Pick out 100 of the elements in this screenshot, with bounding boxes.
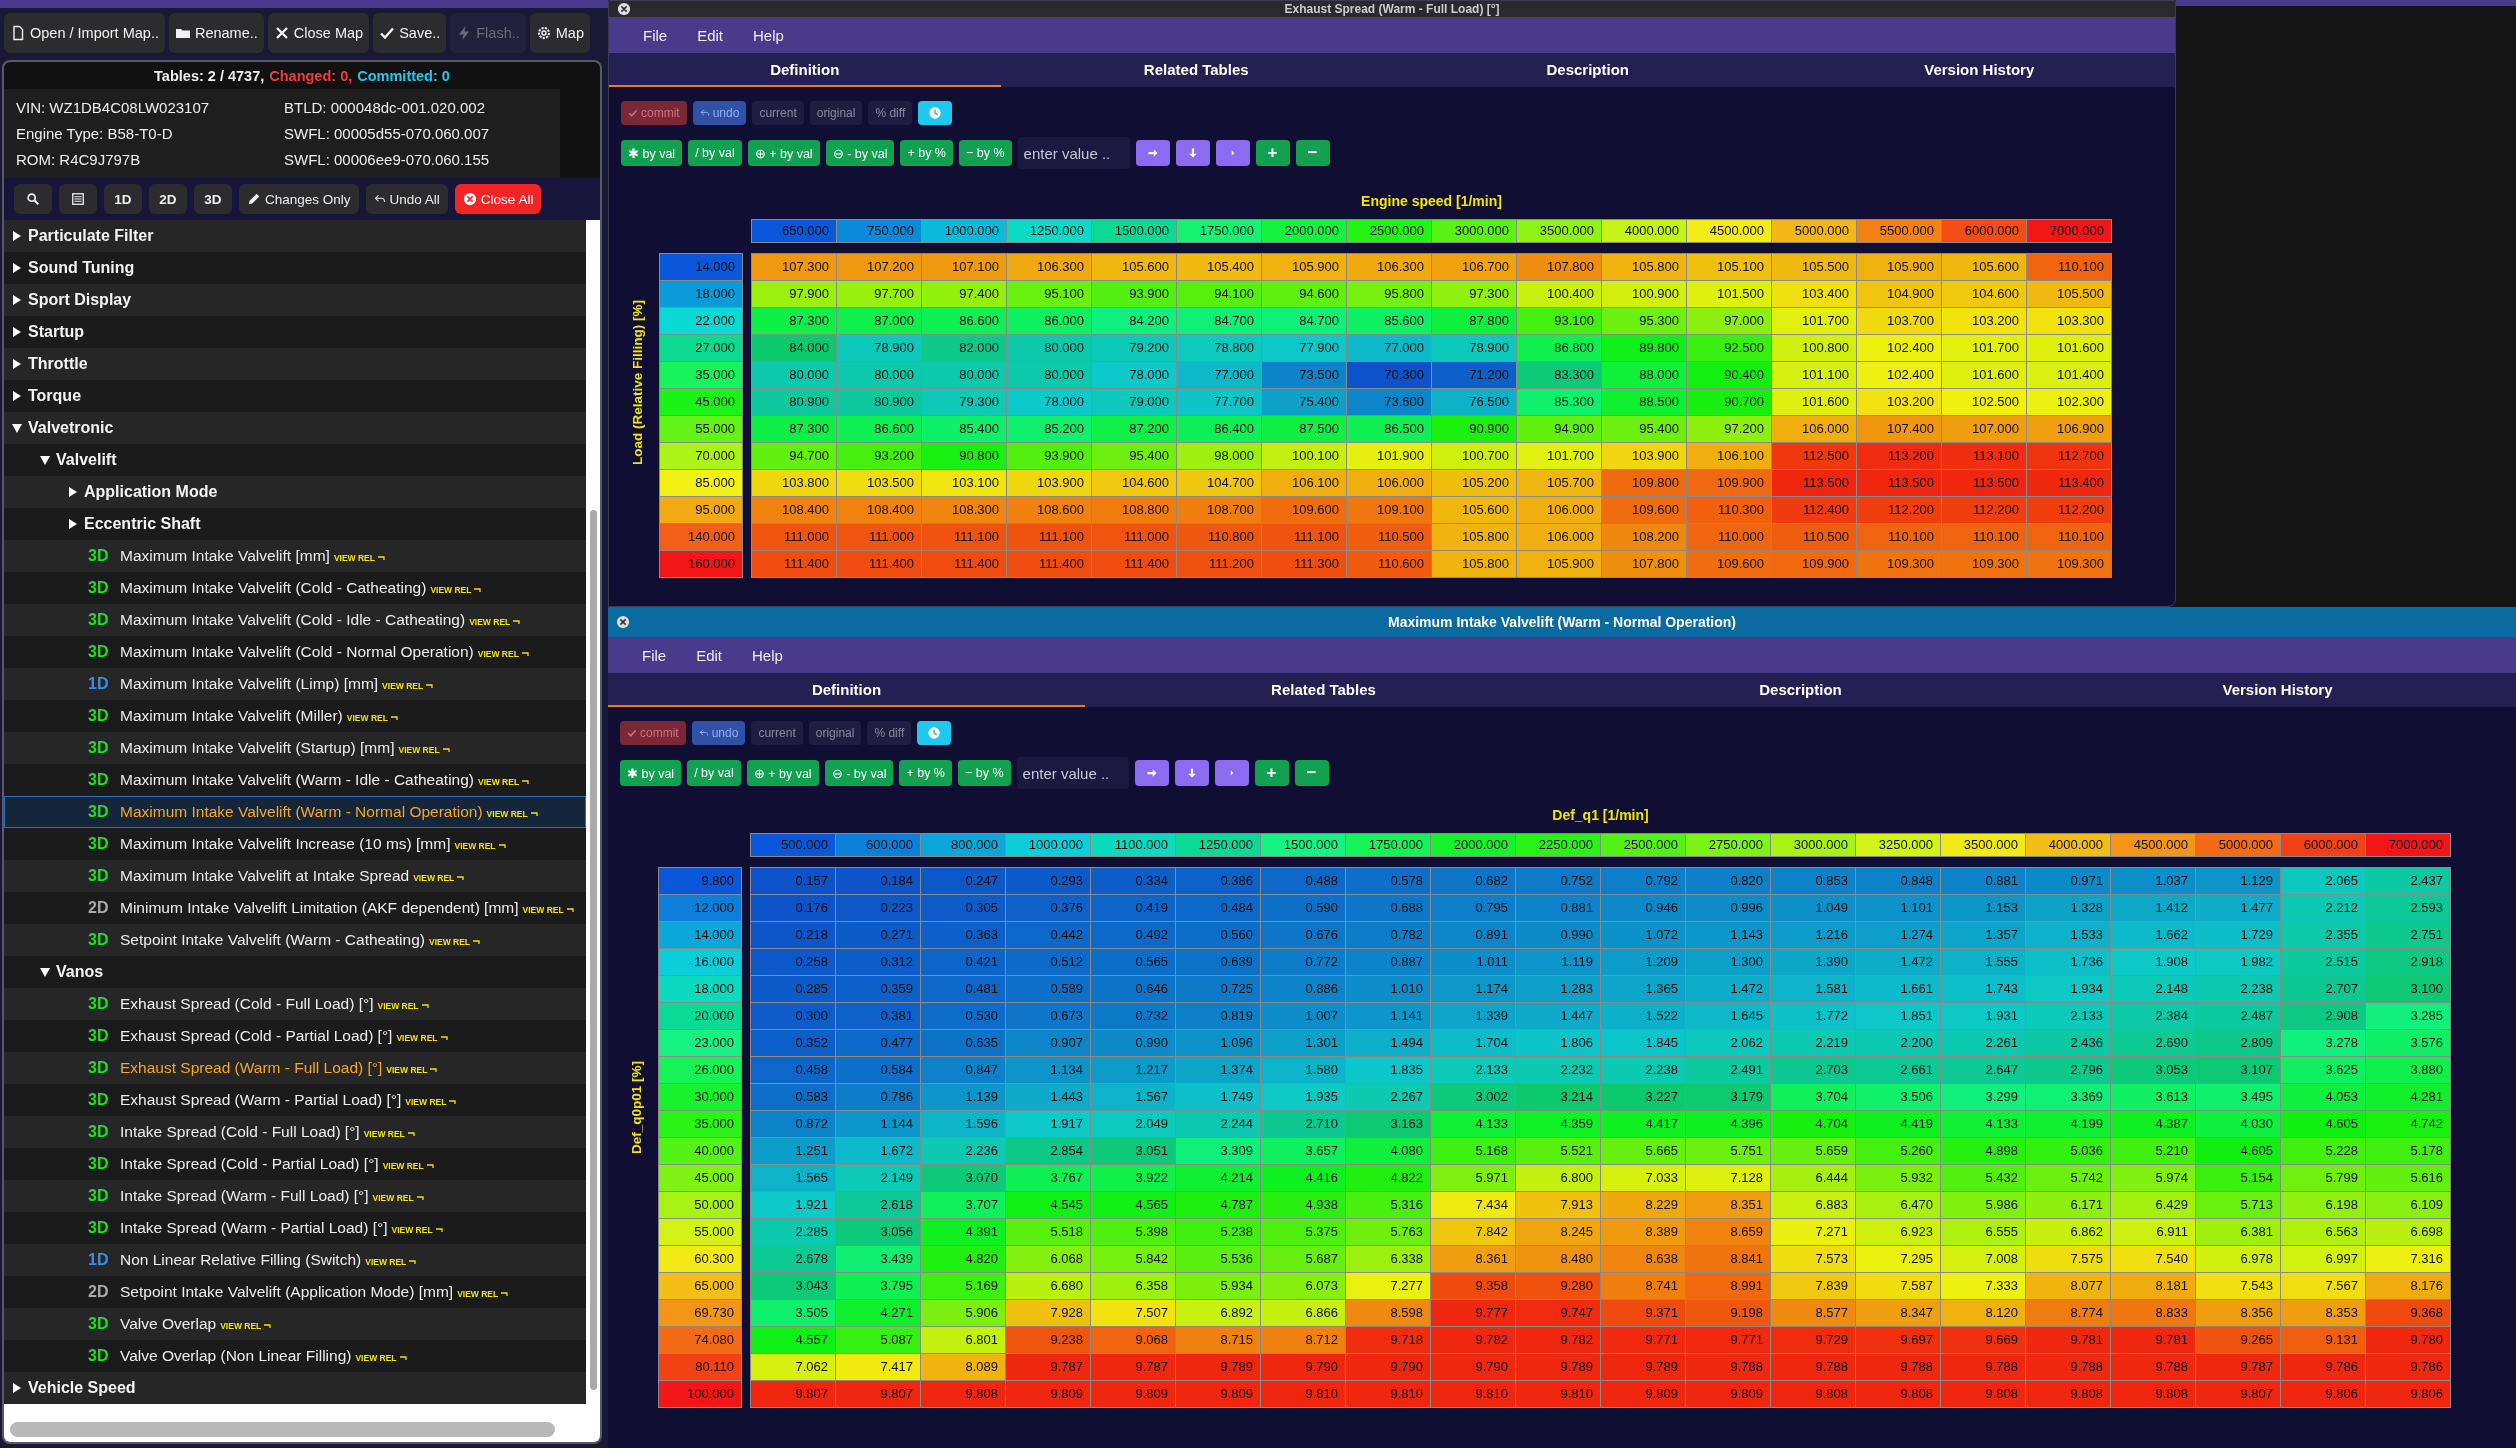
table-cell[interactable]: 109.600	[1262, 497, 1346, 523]
tree-item[interactable]: Sound Tuning	[4, 252, 586, 284]
table-cell[interactable]: 6.470	[1856, 1192, 1940, 1218]
tree-item[interactable]: 3D Maximum Intake Valvelift (Startup) [mm] VIEW REL	[4, 732, 586, 764]
table-cell[interactable]: 0.772	[1261, 949, 1345, 975]
table-cell[interactable]: 111.100	[1262, 524, 1346, 550]
table-cell[interactable]: 108.200	[1602, 524, 1686, 550]
table-cell[interactable]: 8.577	[1771, 1300, 1855, 1326]
table-cell[interactable]: 85.200	[1007, 416, 1091, 442]
table-cell[interactable]: 108.300	[922, 497, 1006, 523]
table-cell[interactable]: 8.712	[1261, 1327, 1345, 1353]
table-cell[interactable]: 9.810	[1431, 1381, 1515, 1407]
table-cell[interactable]: 107.200	[837, 254, 921, 280]
tab[interactable]: Version History	[2039, 673, 2516, 707]
table-cell[interactable]: 0.530	[921, 1003, 1005, 1029]
table-cell[interactable]: 97.200	[1687, 416, 1771, 442]
table-cell[interactable]: 4.281	[2366, 1084, 2450, 1110]
table-cell[interactable]: 1.851	[1856, 1003, 1940, 1029]
table-cell[interactable]: 5.398	[1091, 1219, 1175, 1245]
toolbar-button[interactable]: Open / Import Map..	[4, 13, 165, 53]
table-cell[interactable]: 86.600	[922, 308, 1006, 334]
table-cell[interactable]: 106.000	[1772, 416, 1856, 442]
table-cell[interactable]: 9.808	[2111, 1381, 2195, 1407]
table-cell[interactable]: 112.200	[1857, 497, 1941, 523]
table-cell[interactable]: 0.847	[921, 1057, 1005, 1083]
table-cell[interactable]: 111.300	[1262, 551, 1346, 577]
table-cell[interactable]: 107.100	[922, 254, 1006, 280]
table-cell[interactable]: 110.100	[2027, 524, 2111, 550]
table-cell[interactable]: 3.922	[1091, 1165, 1175, 1191]
table-cell[interactable]: 104.600	[1092, 470, 1176, 496]
table-cell[interactable]: 6.563	[2281, 1219, 2365, 1245]
table-cell[interactable]: 0.795	[1431, 895, 1515, 921]
table-cell[interactable]: 2.796	[2026, 1057, 2110, 1083]
table-cell[interactable]: 6.555	[1941, 1219, 2025, 1245]
filter-button[interactable]: 2D	[149, 184, 187, 214]
table-cell[interactable]: 2.384	[2111, 1003, 2195, 1029]
table-cell[interactable]: 85.400	[922, 416, 1006, 442]
table-cell[interactable]: 4.080	[1346, 1138, 1430, 1164]
table-cell[interactable]: 9.787	[1091, 1354, 1175, 1380]
table-cell[interactable]: 108.400	[837, 497, 921, 523]
table-cell[interactable]: 105.800	[1432, 551, 1516, 577]
nav-button[interactable]	[1174, 760, 1209, 786]
table-cell[interactable]: 3.299	[1941, 1084, 2025, 1110]
table-cell[interactable]: 7.333	[1941, 1273, 2025, 1299]
table-cell[interactable]: 0.484	[1176, 895, 1260, 921]
table-cell[interactable]: 5.228	[2281, 1138, 2365, 1164]
table-cell[interactable]: 2.236	[921, 1138, 1005, 1164]
table-cell[interactable]: 5.971	[1431, 1165, 1515, 1191]
table-cell[interactable]: 1.300	[1686, 949, 1770, 975]
table-cell[interactable]: 1.251	[751, 1138, 835, 1164]
table-cell[interactable]: 87.000	[837, 308, 921, 334]
table-cell[interactable]: 4.271	[836, 1300, 920, 1326]
table-cell[interactable]: 0.488	[1261, 868, 1345, 894]
table-cell[interactable]: 107.000	[1942, 416, 2026, 442]
table-cell[interactable]: 93.900	[1092, 281, 1176, 307]
table-cell[interactable]: 109.800	[1602, 470, 1686, 496]
table-cell[interactable]: 9.808	[1856, 1381, 1940, 1407]
table-cell[interactable]: 2.133	[1431, 1057, 1515, 1083]
table-cell[interactable]: 6.800	[1516, 1165, 1600, 1191]
table-cell[interactable]: 9.788	[1771, 1354, 1855, 1380]
table-cell[interactable]: 6.923	[1856, 1219, 1940, 1245]
tree-item[interactable]: Torque	[4, 380, 586, 412]
table-cell[interactable]: 100.800	[1772, 335, 1856, 361]
table-cell[interactable]: 3.613	[2111, 1084, 2195, 1110]
table-cell[interactable]: 9.368	[2366, 1300, 2450, 1326]
table-cell[interactable]: 0.792	[1601, 868, 1685, 894]
table-cell[interactable]: 105.900	[1857, 254, 1941, 280]
toolbar-button[interactable]: Save..	[373, 13, 447, 53]
table-cell[interactable]: 108.700	[1177, 497, 1261, 523]
table-cell[interactable]: 4.704	[1771, 1111, 1855, 1137]
table-cell[interactable]: 8.351	[1686, 1192, 1770, 1218]
table-cell[interactable]: 3.439	[836, 1246, 920, 1272]
tree-item[interactable]: Startup	[4, 316, 586, 348]
table-cell[interactable]: 111.400	[1007, 551, 1091, 577]
table-cell[interactable]: 107.400	[1857, 416, 1941, 442]
table-cell[interactable]: 0.971	[2026, 868, 2110, 894]
table-cell[interactable]: 4.565	[1091, 1192, 1175, 1218]
table-cell[interactable]: 3.369	[2026, 1084, 2110, 1110]
filter-button[interactable]	[14, 184, 52, 214]
table-cell[interactable]: 100.100	[1262, 443, 1346, 469]
table-cell[interactable]: 9.697	[1856, 1327, 1940, 1353]
table-cell[interactable]: 93.200	[837, 443, 921, 469]
tab[interactable]: Definition	[608, 673, 1085, 707]
table-cell[interactable]: 8.089	[921, 1354, 1005, 1380]
table-cell[interactable]: 0.584	[836, 1057, 920, 1083]
nav-button[interactable]	[1175, 140, 1210, 166]
table-cell[interactable]: 87.200	[1092, 416, 1176, 442]
table-cell[interactable]: 9.280	[1516, 1273, 1600, 1299]
table-cell[interactable]: 109.600	[1687, 551, 1771, 577]
table-cell[interactable]: 101.500	[1687, 281, 1771, 307]
table-cell[interactable]: 1.144	[836, 1111, 920, 1137]
table-cell[interactable]: 2.908	[2281, 1003, 2365, 1029]
table-cell[interactable]: 101.900	[1347, 443, 1431, 469]
table-cell[interactable]: 2.049	[1091, 1111, 1175, 1137]
table-cell[interactable]: 2.618	[836, 1192, 920, 1218]
table-cell[interactable]: 0.673	[1006, 1003, 1090, 1029]
table-cell[interactable]: 5.751	[1686, 1138, 1770, 1164]
table-cell[interactable]: 4.387	[2111, 1111, 2195, 1137]
table-cell[interactable]: 109.100	[1347, 497, 1431, 523]
table-cell[interactable]: 2.238	[2196, 976, 2280, 1002]
